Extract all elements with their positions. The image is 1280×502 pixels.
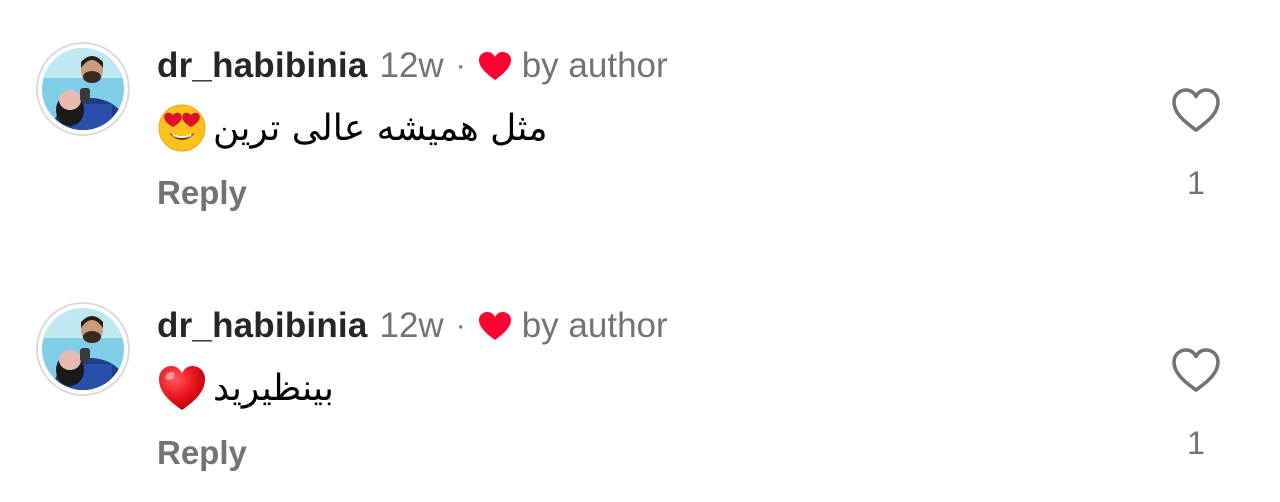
comment-item: dr_habibinia 12w · by author بینظیرید Re… [0, 260, 1280, 490]
like-count: 1 [1187, 425, 1205, 461]
comment-meta: dr_habibinia 12w · by author [157, 44, 668, 88]
like-count: 1 [1187, 165, 1205, 201]
like-heart-icon[interactable] [1170, 86, 1222, 134]
comment-body: مثل همیشه عالی ترین [157, 100, 548, 156]
comment-text: مثل همیشه عالی ترین [213, 107, 548, 149]
username[interactable]: dr_habibinia [157, 306, 368, 346]
reply-button[interactable]: Reply [157, 174, 247, 212]
comment-body: بینظیرید [157, 360, 334, 416]
timestamp: 12w [379, 306, 444, 345]
comment-item: dr_habibinia 12w · by author مثل همیشه ع… [0, 0, 1280, 230]
author-badge: by author [521, 306, 668, 345]
liked-by-author-heart-icon [478, 51, 512, 81]
heart-eyes-emoji-icon [157, 103, 207, 153]
timestamp: 12w [379, 46, 444, 85]
avatar-image [42, 308, 124, 390]
reply-button[interactable]: Reply [157, 434, 247, 472]
like-heart-icon[interactable] [1170, 346, 1222, 394]
author-badge: by author [521, 46, 668, 85]
avatar[interactable] [36, 42, 130, 136]
avatar[interactable] [36, 302, 130, 396]
separator-dot: · [455, 49, 466, 82]
liked-by-author-heart-icon [478, 311, 512, 341]
username[interactable]: dr_habibinia [157, 46, 368, 86]
separator-dot: · [455, 309, 466, 342]
comment-text: بینظیرید [213, 367, 334, 409]
comment-meta: dr_habibinia 12w · by author [157, 304, 668, 348]
red-heart-emoji-icon [157, 363, 207, 413]
avatar-image [42, 48, 124, 130]
